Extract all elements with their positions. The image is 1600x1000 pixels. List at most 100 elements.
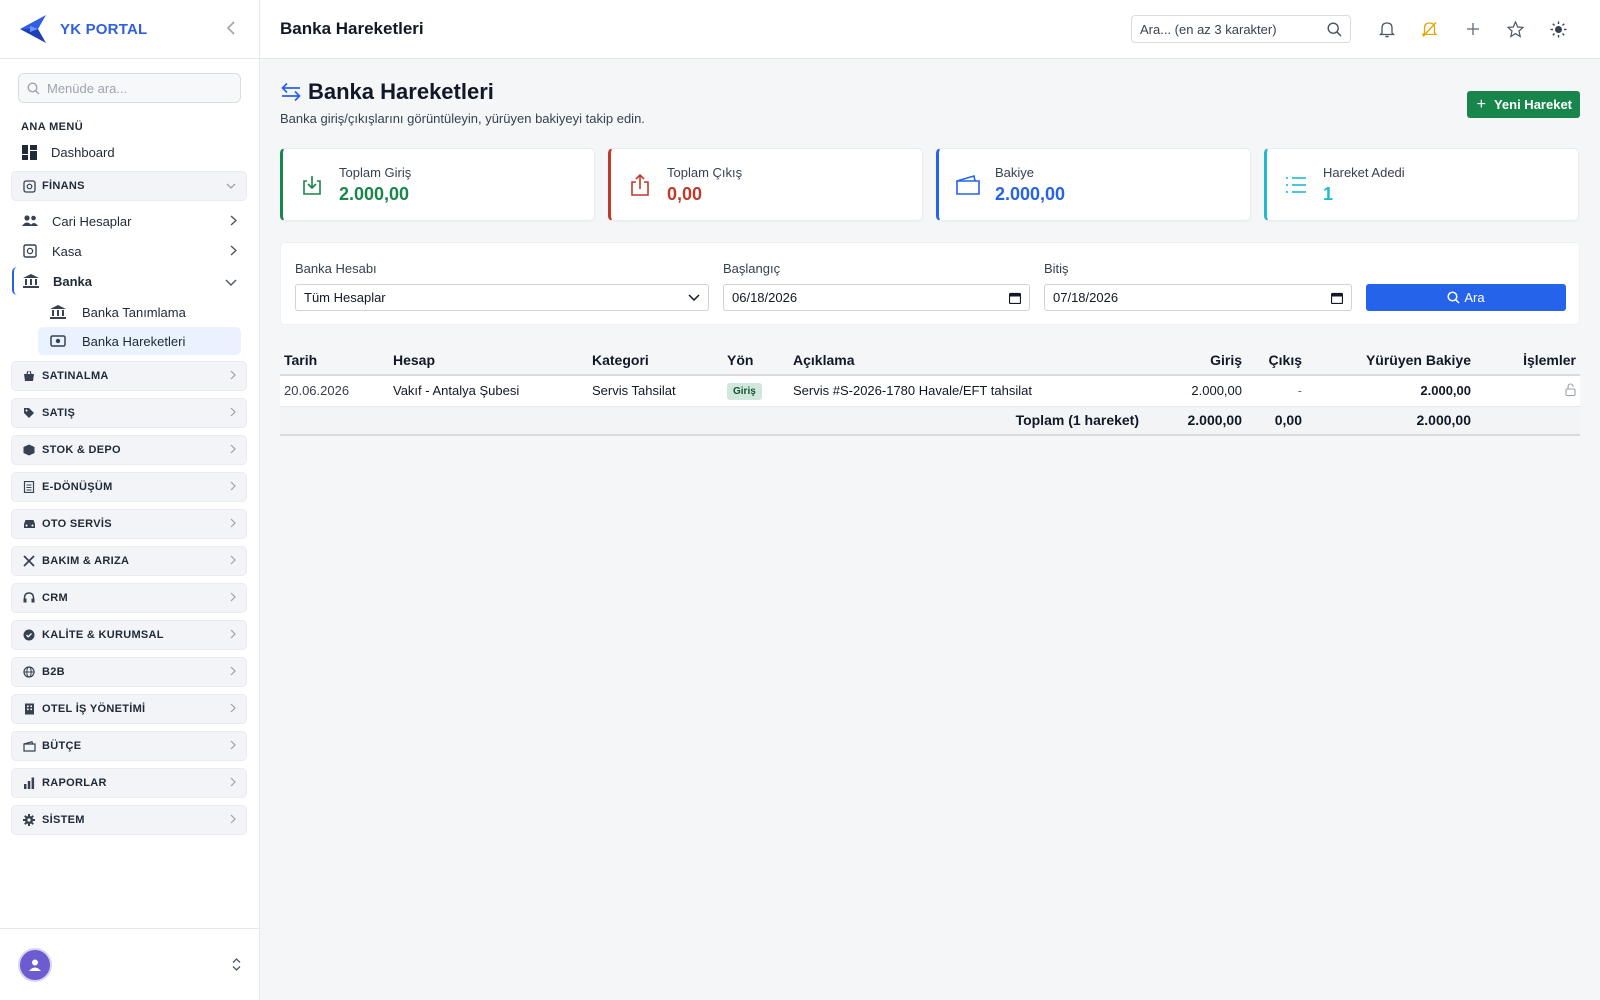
sidebar: YK PORTAL Menüde ara... ANA MENÜ Dashboa… xyxy=(0,0,260,1000)
collapse-sidebar-icon[interactable] xyxy=(219,19,243,40)
avatar[interactable] xyxy=(18,947,52,982)
sidebar-item-label: Banka xyxy=(53,273,93,289)
account-select[interactable]: Tüm Hesaplar xyxy=(295,284,709,311)
global-search-input[interactable]: Ara... (en az 3 karakter) xyxy=(1131,15,1351,43)
sidebar-item-label: Banka Tanımlama xyxy=(82,304,186,320)
search-icon[interactable] xyxy=(1327,21,1342,37)
globe-icon xyxy=(22,665,36,679)
sidebar-group-13[interactable]: SİSTEM xyxy=(11,805,247,835)
filter-search-button[interactable]: Ara xyxy=(1366,284,1566,311)
sidebar-group-label: E-DÖNÜŞÜM xyxy=(42,481,113,493)
sidebar-item-cari-hesaplar[interactable]: Cari Hesaplar xyxy=(12,207,247,235)
theme-toggle-button[interactable] xyxy=(1537,21,1580,38)
start-date-input[interactable]: 06/18/2026 xyxy=(723,284,1030,311)
card-total-out: Toplam Çıkış 0,00 xyxy=(608,148,923,221)
add-button[interactable] xyxy=(1451,22,1494,36)
col-header-islemler: İşlemler xyxy=(1475,346,1580,376)
col-header-hesap[interactable]: Hesap xyxy=(389,346,588,376)
brand-name: YK PORTAL xyxy=(60,20,148,38)
favorites-button[interactable] xyxy=(1494,20,1537,38)
main-content: Banka Hareketleri Banka giriş/çıkışların… xyxy=(280,59,1580,436)
wallet-icon xyxy=(22,739,36,753)
calendar-icon[interactable] xyxy=(1009,292,1021,304)
sidebar-group-6[interactable]: BAKIM & ARIZA xyxy=(11,546,247,576)
sidebar-item-kasa[interactable]: Kasa xyxy=(12,237,247,265)
global-search-placeholder: Ara... (en az 3 karakter) xyxy=(1140,21,1277,37)
sidebar-group-4[interactable]: E-DÖNÜŞÜM xyxy=(11,472,247,502)
sidebar-group-10[interactable]: OTEL İŞ YÖNETİMİ xyxy=(11,694,247,724)
card-count: Hareket Adedi 1 xyxy=(1264,148,1579,221)
calendar-icon[interactable] xyxy=(1331,292,1343,304)
start-date-value: 06/18/2026 xyxy=(732,290,798,305)
chevron-down-icon xyxy=(226,180,236,192)
sidebar-group-label: SATIŞ xyxy=(42,407,76,419)
total-empty-cell xyxy=(1475,406,1580,436)
end-date-input[interactable]: 07/18/2026 xyxy=(1044,284,1352,311)
col-header-cikis[interactable]: Çıkış xyxy=(1246,346,1306,376)
sidebar-group-label: FİNANS xyxy=(42,180,85,192)
user-icon xyxy=(29,959,41,971)
users-icon xyxy=(22,215,38,227)
safe-icon xyxy=(22,244,38,258)
card-value: 2.000,00 xyxy=(995,183,1066,204)
dashboard-icon xyxy=(22,144,37,160)
sidebar-item-banka-tanimlama[interactable]: Banka Tanımlama xyxy=(38,298,241,326)
chevron-down-icon xyxy=(688,294,700,301)
col-header-kategori[interactable]: Kategori xyxy=(588,346,723,376)
sidebar-group-9[interactable]: B2B xyxy=(11,657,247,687)
sidebar-group-1[interactable]: SATINALMA xyxy=(11,361,247,391)
sidebar-item-label: Banka Hareketleri xyxy=(82,333,186,349)
chevron-right-icon xyxy=(230,740,236,753)
cell-cikis: - xyxy=(1246,375,1306,407)
sidebar-group-label: KALİTE & KURUMSAL xyxy=(42,629,164,641)
sidebar-group-finans[interactable]: FİNANS xyxy=(11,171,247,201)
search-icon xyxy=(1447,291,1460,304)
cell-hesap: Vakıf - Antalya Şubesi xyxy=(389,375,588,407)
chevron-right-icon xyxy=(230,666,236,679)
chevron-right-icon xyxy=(230,555,236,568)
sidebar-group-2[interactable]: SATIŞ xyxy=(11,398,247,428)
cell-tarih: 20.06.2026 xyxy=(280,375,389,407)
new-transaction-button[interactable]: + Yeni Hareket xyxy=(1466,91,1580,118)
col-header-tarih[interactable]: Tarih xyxy=(280,346,389,376)
end-date-label: Bitiş xyxy=(1044,261,1069,276)
building-icon xyxy=(22,702,36,716)
cell-giris: 2.000,00 xyxy=(1143,375,1246,407)
direction-badge: Giriş xyxy=(727,382,762,400)
sidebar-group-3[interactable]: STOK & DEPO xyxy=(11,435,247,465)
notifications-button[interactable] xyxy=(1365,21,1408,38)
chevron-right-icon xyxy=(230,777,236,790)
sidebar-group-label: OTEL İŞ YÖNETİMİ xyxy=(42,703,146,715)
sidebar-group-label: SATINALMA xyxy=(42,370,109,382)
page-title-text: Banka Hareketleri xyxy=(308,79,494,104)
topbar: Banka Hareketleri Ara... (en az 3 karakt… xyxy=(260,0,1600,59)
card-value: 2.000,00 xyxy=(339,183,410,204)
col-header-bakiye[interactable]: Yürüyen Bakiye xyxy=(1306,346,1475,376)
chevron-updown-icon[interactable] xyxy=(232,958,241,971)
table-row[interactable]: 20.06.2026 Vakıf - Antalya Şubesi Servis… xyxy=(280,375,1580,407)
col-header-aciklama[interactable]: Açıklama xyxy=(789,346,1143,376)
card-balance: Bakiye 2.000,00 xyxy=(936,148,1251,221)
sidebar-group-label: SİSTEM xyxy=(42,814,85,826)
user-menu[interactable] xyxy=(0,928,259,1000)
lock-icon[interactable] xyxy=(1565,383,1576,399)
mute-notifications-button[interactable] xyxy=(1408,21,1451,38)
sidebar-group-8[interactable]: KALİTE & KURUMSAL xyxy=(11,620,247,650)
start-date-label: Başlangıç xyxy=(723,261,781,276)
sidebar-item-dashboard[interactable]: Dashboard xyxy=(12,139,247,165)
search-icon xyxy=(27,81,40,94)
menu-search-input[interactable]: Menüde ara... xyxy=(18,73,241,103)
chevron-right-icon xyxy=(230,213,238,229)
new-transaction-label: Yeni Hareket xyxy=(1493,97,1572,112)
sidebar-group-7[interactable]: CRM xyxy=(11,583,247,613)
cell-islemler xyxy=(1475,375,1580,407)
filter-search-label: Ara xyxy=(1464,290,1485,305)
sidebar-group-12[interactable]: RAPORLAR xyxy=(11,768,247,798)
sidebar-group-11[interactable]: BÜTÇE xyxy=(11,731,247,761)
sidebar-item-banka-hareketleri[interactable]: Banka Hareketleri xyxy=(38,327,241,355)
sidebar-group-5[interactable]: OTO SERVİS xyxy=(11,509,247,539)
page-header: Banka Hareketleri Banka giriş/çıkışların… xyxy=(280,59,1580,145)
col-header-giris[interactable]: Giriş xyxy=(1143,346,1246,376)
sidebar-item-banka[interactable]: Banka xyxy=(12,267,247,295)
col-header-yon[interactable]: Yön xyxy=(723,346,789,376)
